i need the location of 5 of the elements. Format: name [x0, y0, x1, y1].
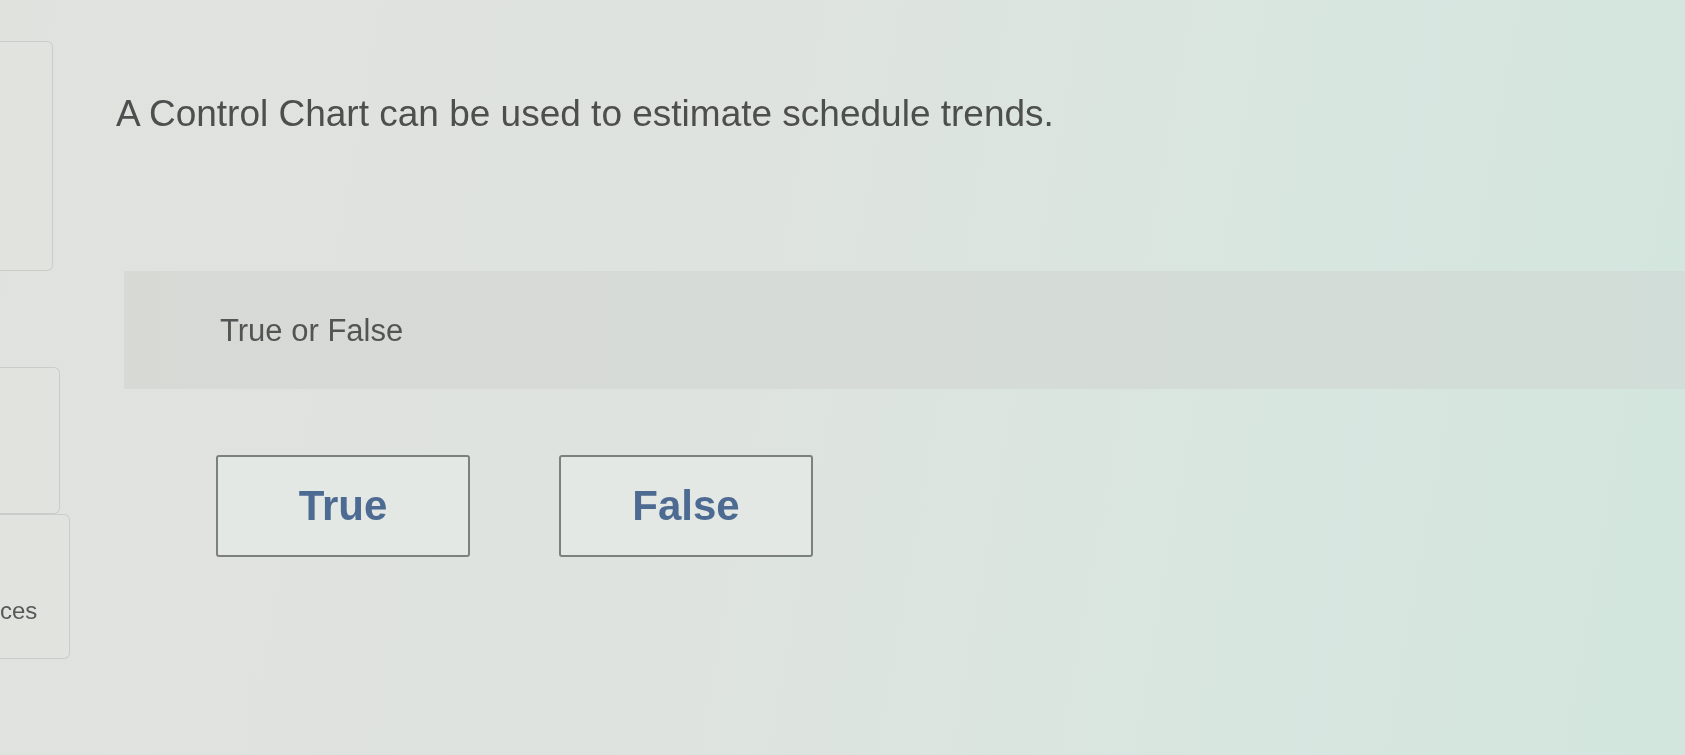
sidebar-label: ces [0, 597, 38, 625]
answer-button[interactable]: False [559, 455, 813, 557]
prompt-text: True or False [220, 313, 404, 349]
answer-button[interactable]: True [216, 455, 470, 557]
question-text: A Control Chart can be used to estimate schedule trends. [116, 92, 1054, 136]
